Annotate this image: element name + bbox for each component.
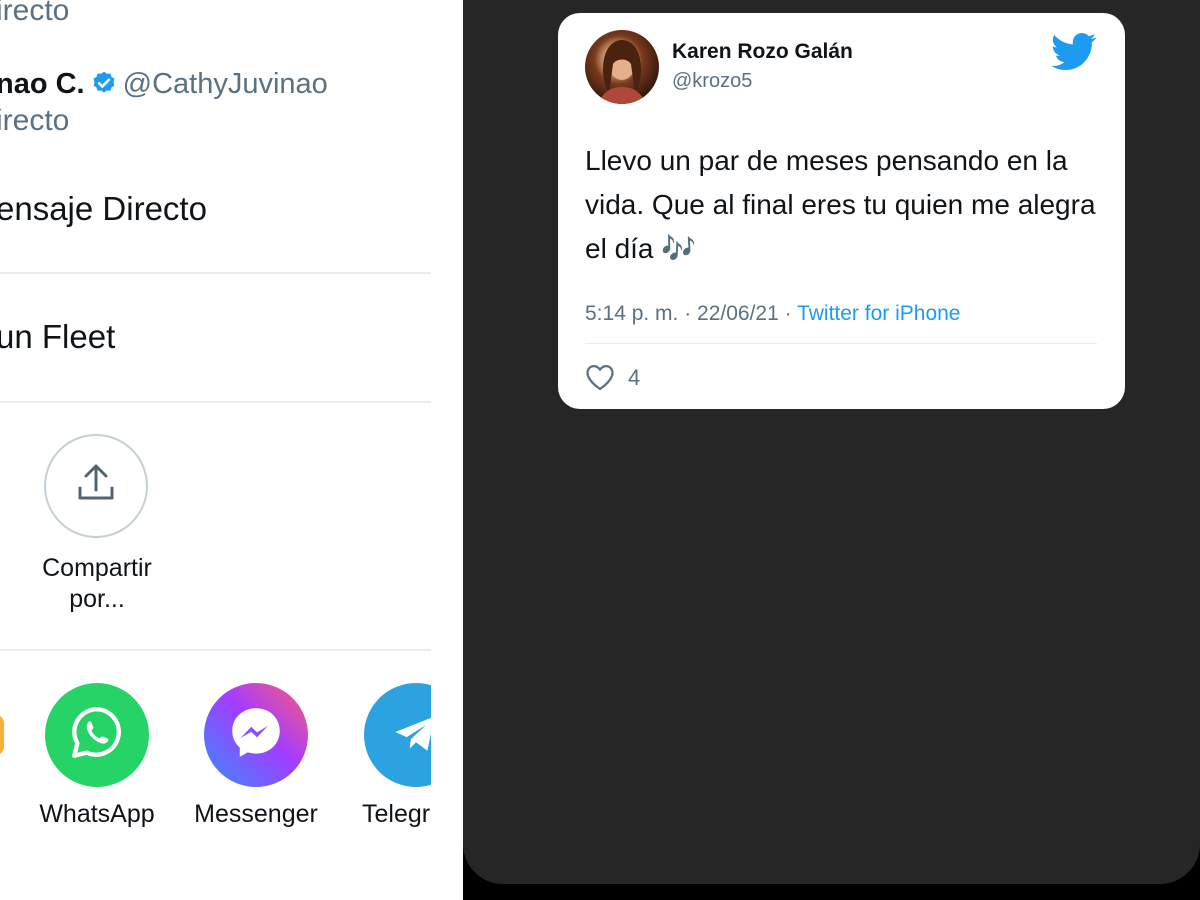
divider bbox=[0, 649, 431, 651]
author-handle[interactable]: @krozo5 bbox=[672, 70, 752, 93]
heart-icon[interactable] bbox=[585, 363, 615, 391]
whatsapp-app-button[interactable] bbox=[45, 683, 149, 787]
divider bbox=[585, 343, 1097, 344]
contact-subtitle: irecto bbox=[0, 104, 70, 137]
tweet-card[interactable]: Karen Rozo Galán @krozo5 Llevo un par de… bbox=[558, 13, 1125, 409]
share-apps-row: WhatsApp Messenger Telegr bbox=[0, 680, 431, 860]
tweet-timestamp[interactable]: 5:14 p. m. · 22/06/21 · bbox=[585, 302, 797, 325]
tweet-source-link[interactable]: Twitter for iPhone bbox=[797, 302, 960, 325]
telegram-icon bbox=[385, 702, 431, 769]
telegram-app-button[interactable] bbox=[364, 683, 431, 787]
tweet-preview-area: Karen Rozo Galán @krozo5 Llevo un par de… bbox=[463, 0, 1200, 884]
messenger-app-button[interactable] bbox=[204, 683, 308, 787]
upload-share-icon bbox=[72, 460, 120, 513]
dm-subtitle: irecto bbox=[0, 0, 70, 27]
share-via-button[interactable] bbox=[44, 434, 148, 538]
send-direct-message-item[interactable]: ensaje Directo bbox=[0, 190, 207, 228]
whatsapp-label: WhatsApp bbox=[39, 800, 155, 828]
contact-item[interactable]: nao C. @CathyJuvinao bbox=[0, 68, 328, 101]
author-name[interactable]: Karen Rozo Galán bbox=[672, 40, 853, 64]
share-in-fleet-item[interactable]: un Fleet bbox=[0, 318, 115, 356]
messenger-label: Messenger bbox=[194, 800, 318, 828]
divider bbox=[0, 401, 431, 403]
share-via-label-line2: por... bbox=[69, 585, 125, 613]
share-sheet: irecto nao C. @CathyJuvinao irecto ensaje… bbox=[0, 0, 463, 900]
contact-name: nao C. bbox=[0, 68, 85, 100]
whatsapp-icon bbox=[66, 702, 128, 769]
tweet-text: Llevo un par de meses pensando en la vid… bbox=[585, 145, 1096, 264]
messenger-icon bbox=[225, 702, 287, 769]
like-count: 4 bbox=[628, 365, 641, 390]
partial-app-icon[interactable] bbox=[0, 715, 4, 755]
telegram-label: Telegr bbox=[362, 800, 431, 828]
tweet-metadata: 5:14 p. m. · 22/06/21 · Twitter for iPho… bbox=[585, 302, 960, 326]
share-via-label-line1: Compartir bbox=[42, 554, 152, 582]
twitter-bird-icon bbox=[1051, 33, 1097, 71]
divider bbox=[0, 272, 431, 274]
contact-handle: @CathyJuvinao bbox=[122, 68, 328, 100]
avatar[interactable] bbox=[585, 30, 659, 104]
verified-badge-icon bbox=[91, 70, 117, 96]
share-via-label: Compartir por... bbox=[22, 553, 172, 615]
